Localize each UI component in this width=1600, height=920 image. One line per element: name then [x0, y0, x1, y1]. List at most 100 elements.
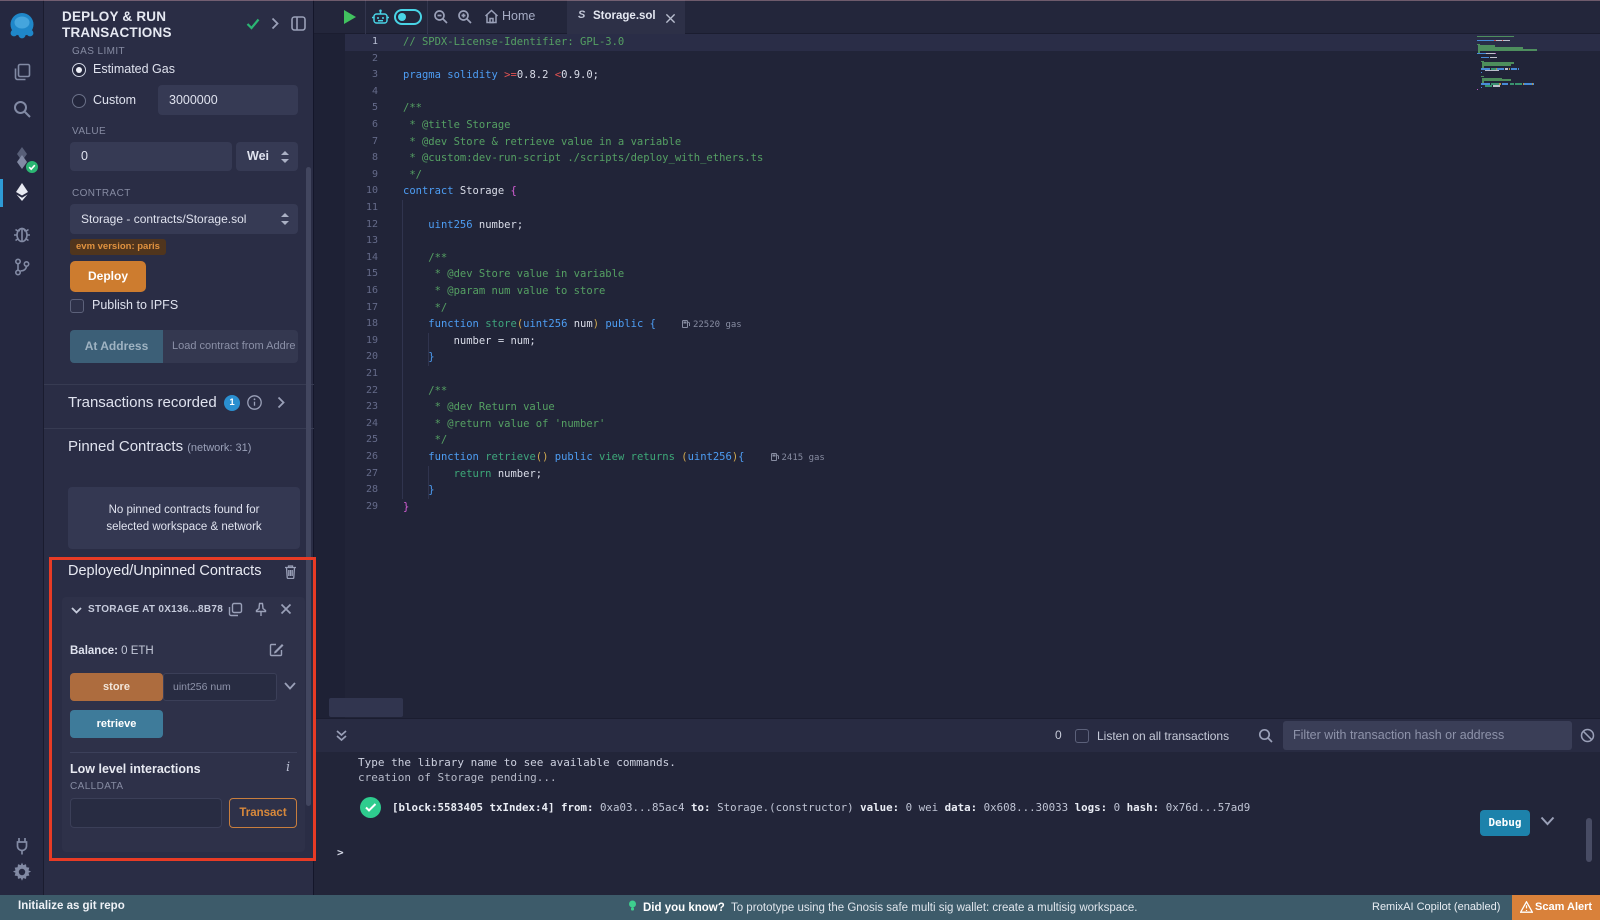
panel-scrollbar[interactable] [306, 167, 311, 806]
store-args-input[interactable]: uint256 num [163, 673, 277, 701]
git-init-label[interactable]: Initialize as git repo [18, 900, 125, 912]
scam-alert-button[interactable]: Scam Alert [1512, 895, 1600, 920]
low-level-title: Low level interactions [70, 762, 201, 776]
terminal-scrollbar[interactable] [1586, 818, 1592, 862]
store-expand-chevron-icon[interactable] [284, 682, 296, 690]
code-editor[interactable]: 1// SPDX-License-Identifier: GPL-3.023pr… [314, 34, 1600, 718]
code-line: 11 [314, 200, 1600, 217]
zoom-in-icon[interactable] [457, 9, 473, 25]
at-address-button[interactable]: At Address [70, 330, 163, 363]
git-icon[interactable] [12, 257, 32, 277]
plugin-manager-icon[interactable] [12, 836, 32, 856]
code-line: 6 * @title Storage [314, 117, 1600, 134]
panel-check-icon [246, 18, 260, 30]
close-icon[interactable] [280, 603, 292, 615]
balance-label: Balance: 0 ETH [70, 645, 154, 657]
publish-ipfs-checkbox[interactable] [70, 299, 84, 313]
divider [44, 428, 314, 429]
panel-expand-icon[interactable] [271, 17, 279, 30]
custom-gas-input[interactable]: 3000000 [158, 85, 298, 115]
contract-select[interactable]: Storage - contracts/Storage.sol [70, 204, 298, 234]
file-explorer-icon[interactable] [12, 62, 32, 82]
calldata-label: CALLDATA [70, 781, 123, 792]
transaction-log[interactable]: [block:5583405 txIndex:4] from: 0xa03...… [392, 801, 1250, 814]
transactions-recorded-label: Transactions recorded [68, 394, 217, 411]
calldata-input[interactable] [70, 798, 222, 828]
ai-assistant-icon[interactable] [371, 8, 390, 32]
terminal-tx-count: 0 [1055, 728, 1062, 742]
pin-icon[interactable] [254, 602, 268, 617]
updown-arrows-icon [281, 151, 289, 163]
filter-input[interactable]: Filter with transaction hash or address [1283, 721, 1572, 750]
transact-button[interactable]: Transact [229, 798, 297, 828]
home-icon[interactable] [484, 9, 499, 24]
tab-close-icon[interactable] [665, 11, 677, 23]
divider [44, 384, 314, 385]
debugger-icon[interactable] [12, 224, 32, 244]
terminal-prompt: > [337, 846, 344, 859]
search-icon[interactable] [12, 99, 32, 119]
code-line: 25 */ [314, 432, 1600, 449]
retrieve-function-button[interactable]: retrieve [70, 710, 163, 738]
deploy-button[interactable]: Deploy [70, 261, 146, 292]
tx-expand-chevron-icon[interactable] [1540, 816, 1555, 826]
transactions-count-badge: 1 [224, 395, 240, 411]
info-icon[interactable] [247, 395, 262, 410]
code-line: 18 function store(uint256 num) public {2… [314, 316, 1600, 333]
code-line: 8 * @custom:dev-run-script ./scripts/dep… [314, 150, 1600, 167]
code-line: 5/** [314, 100, 1600, 117]
clear-terminal-icon[interactable] [1580, 728, 1595, 743]
custom-gas-label: Custom [93, 93, 136, 107]
icon-rail [0, 0, 44, 895]
collapse-chevron-icon[interactable] [71, 607, 82, 614]
edit-icon[interactable] [269, 642, 284, 657]
deploy-run-panel: DEPLOY & RUNTRANSACTIONS GAS LIMIT Estim… [44, 0, 314, 895]
code-line: 28 } [314, 482, 1600, 499]
active-plugin-indicator [0, 179, 3, 207]
panel-layout-icon[interactable] [291, 16, 306, 31]
lowlevel-info-icon[interactable]: i [286, 760, 290, 775]
at-address-input[interactable]: Load contract from Addre [163, 330, 298, 363]
terminal-line: creation of Storage pending... [358, 771, 557, 784]
minimap[interactable] [1477, 36, 1589, 91]
evm-version-badge: evm version: paris [70, 239, 166, 255]
indent-guide [402, 200, 403, 499]
pinned-empty-message: No pinned contracts found forselected wo… [68, 487, 300, 549]
store-function-button[interactable]: store [70, 673, 163, 701]
debug-button[interactable]: Debug [1480, 810, 1530, 836]
deploy-run-icon[interactable] [12, 182, 32, 202]
tab-storage-sol[interactable]: S Storage.sol [567, 0, 685, 34]
zoom-out-icon[interactable] [433, 9, 449, 25]
estimated-gas-radio[interactable] [72, 63, 86, 77]
copilot-toggle[interactable] [394, 9, 422, 25]
did-you-know-tip: Did you know? To prototype using the Gno… [628, 900, 1138, 914]
deployed-contracts-title: Deployed/Unpinned Contracts [68, 563, 261, 579]
horizontal-scrollbar[interactable] [329, 698, 403, 717]
trash-icon[interactable] [284, 564, 297, 579]
tx-success-icon [360, 797, 381, 818]
code-line: 29} [314, 499, 1600, 516]
value-input[interactable]: 0 [70, 142, 232, 171]
remix-logo[interactable] [7, 11, 37, 41]
pinned-contracts-title: Pinned Contracts (network: 31) [68, 438, 251, 455]
contract-label: CONTRACT [72, 188, 131, 199]
terminal[interactable]: Type the library name to see available c… [314, 752, 1600, 895]
updown-arrows-icon [281, 213, 289, 225]
code-line: 20 } [314, 349, 1600, 366]
lightbulb-icon [628, 900, 637, 913]
copilot-status[interactable]: RemixAI Copilot (enabled) [1372, 901, 1500, 913]
custom-gas-radio[interactable] [72, 94, 86, 108]
listen-all-checkbox[interactable] [1075, 729, 1089, 743]
value-label: VALUE [72, 126, 106, 137]
transactions-expand-icon[interactable] [277, 396, 285, 409]
contract-instance-label[interactable]: STORAGE AT 0X136...8B78 [88, 604, 223, 615]
expand-terminal-icon[interactable] [335, 729, 348, 743]
value-unit-select[interactable]: Wei [236, 142, 298, 171]
home-tab-label[interactable]: Home [502, 9, 535, 23]
solidity-compiler-icon[interactable] [12, 146, 32, 170]
settings-gear-icon[interactable] [12, 862, 32, 882]
divider [365, 0, 366, 34]
code-line: 19 number = num; [314, 333, 1600, 350]
copy-icon[interactable] [228, 602, 243, 617]
run-script-icon[interactable] [344, 10, 356, 24]
